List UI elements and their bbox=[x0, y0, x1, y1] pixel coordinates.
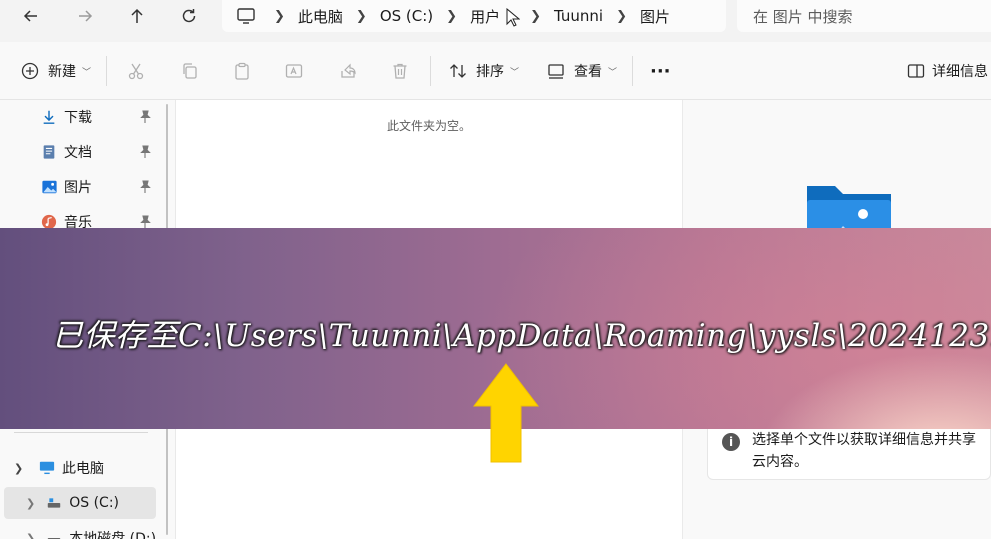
chevron-down-icon: ﹀ bbox=[608, 67, 618, 78]
trash-icon bbox=[393, 63, 407, 79]
pin-icon bbox=[140, 145, 151, 158]
refresh-icon bbox=[182, 9, 196, 23]
copy-icon bbox=[183, 63, 197, 79]
chevron-right-icon[interactable]: ❯ bbox=[26, 497, 35, 510]
chevron-right-icon: ❯ bbox=[616, 8, 627, 24]
new-button[interactable]: 新建 ﹀ bbox=[20, 56, 91, 86]
yellow-arrow-up-icon bbox=[472, 363, 540, 463]
details-pane-icon bbox=[907, 64, 925, 78]
breadcrumb-pictures[interactable]: 图片 bbox=[640, 6, 670, 27]
breadcrumb-drive-c[interactable]: OS (C:) bbox=[380, 7, 433, 25]
rename-icon bbox=[285, 64, 303, 78]
view-icon bbox=[548, 64, 564, 79]
delete-button[interactable] bbox=[390, 56, 410, 86]
breadcrumb-this-pc[interactable]: 此电脑 bbox=[298, 6, 343, 27]
chevron-down-icon: ﹀ bbox=[82, 67, 92, 78]
chevron-down-icon[interactable]: ❯ bbox=[14, 462, 26, 475]
cut-button[interactable] bbox=[126, 56, 146, 86]
chevron-right-icon: ❯ bbox=[274, 8, 285, 24]
document-icon bbox=[40, 143, 58, 161]
chevron-right-icon: ❯ bbox=[530, 8, 541, 24]
more-button[interactable]: ··· bbox=[650, 56, 671, 86]
drive-icon bbox=[45, 529, 63, 539]
scissors-icon bbox=[128, 63, 144, 80]
toolbar-divider bbox=[106, 56, 107, 86]
sidebar-item-drive-d[interactable]: ❯ 本地磁盘 (D:) bbox=[0, 522, 160, 539]
sidebar-item-label: 此电脑 bbox=[62, 461, 104, 477]
sidebar-item-label: 图片 bbox=[64, 180, 92, 196]
download-icon bbox=[40, 108, 58, 126]
command-bar: 新建 ﹀ 排序 ﹀ 查看 ﹀ ··· 详细信息 bbox=[0, 42, 991, 100]
breadcrumb-user-folder[interactable]: Tuunni bbox=[554, 7, 603, 25]
chevron-down-icon: ﹀ bbox=[510, 67, 520, 78]
address-row: ❯ 此电脑 ❯ OS (C:) ❯ 用户 ❯ Tuunni ❯ 图片 在 图片 … bbox=[0, 0, 991, 42]
sidebar-item-this-pc[interactable]: ❯ 此电脑 bbox=[0, 452, 160, 484]
view-button[interactable]: 查看 ﹀ bbox=[546, 56, 617, 86]
share-button[interactable] bbox=[338, 56, 358, 86]
nav-divider bbox=[14, 432, 148, 433]
toolbar-divider bbox=[430, 56, 431, 86]
sidebar-item-label: 本地磁盘 (D:) bbox=[69, 531, 157, 539]
toolbar-divider bbox=[632, 56, 633, 86]
sidebar-item-pictures[interactable]: 图片 bbox=[0, 171, 160, 203]
arrow-left-icon bbox=[23, 10, 37, 22]
chevron-right-icon[interactable]: ❯ bbox=[26, 532, 35, 539]
pin-icon bbox=[140, 110, 151, 123]
copy-button[interactable] bbox=[180, 56, 200, 86]
sidebar-item-documents[interactable]: 文档 bbox=[0, 136, 160, 168]
paste-button[interactable] bbox=[232, 56, 252, 86]
sort-label: 排序 bbox=[476, 64, 504, 80]
sidebar-item-drive-c[interactable]: ❯ OS (C:) bbox=[4, 487, 156, 519]
back-button[interactable] bbox=[14, 2, 48, 30]
pin-icon bbox=[140, 180, 151, 193]
sort-button[interactable]: 排序 ﹀ bbox=[448, 56, 519, 86]
view-label: 查看 bbox=[574, 64, 602, 80]
sidebar-item-label: 下载 bbox=[64, 110, 92, 126]
share-icon bbox=[341, 63, 356, 78]
refresh-button[interactable] bbox=[172, 2, 206, 30]
chevron-right-icon: ❯ bbox=[355, 8, 367, 24]
new-label: 新建 bbox=[48, 64, 76, 80]
pictures-icon bbox=[40, 178, 58, 196]
sidebar-item-label: 文档 bbox=[64, 145, 92, 161]
clipboard-icon bbox=[235, 62, 249, 80]
plus-circle-icon bbox=[21, 62, 39, 80]
computer-icon bbox=[38, 459, 56, 477]
rename-button[interactable] bbox=[284, 56, 304, 86]
more-label: ··· bbox=[650, 60, 671, 82]
sidebar-item-downloads[interactable]: 下载 bbox=[0, 101, 160, 133]
info-icon: i bbox=[722, 433, 740, 451]
saved-path-caption: 已保存至C:\Users\Tuunni\AppData\Roaming\yysl… bbox=[52, 318, 991, 354]
details-info-text: 选择单个文件以获取详细信息并共享云内容。 bbox=[752, 432, 976, 470]
details-button[interactable]: 详细信息 bbox=[906, 56, 988, 86]
empty-folder-message: 此文件夹为空。 bbox=[386, 119, 471, 133]
arrow-right-icon bbox=[79, 10, 93, 22]
details-label: 详细信息 bbox=[932, 64, 988, 80]
up-button[interactable] bbox=[120, 2, 154, 30]
mouse-cursor-icon bbox=[506, 8, 521, 27]
chevron-right-icon: ❯ bbox=[446, 8, 458, 24]
sort-icon bbox=[450, 64, 466, 78]
sidebar-item-label: OS (C:) bbox=[69, 495, 119, 511]
drive-icon bbox=[45, 494, 63, 512]
address-box[interactable]: ❯ 此电脑 ❯ OS (C:) ❯ 用户 ❯ Tuunni ❯ 图片 bbox=[222, 0, 726, 32]
forward-button[interactable] bbox=[68, 2, 102, 30]
details-info-card: i 选择单个文件以获取详细信息并共享云内容。 bbox=[707, 422, 991, 480]
search-input[interactable]: 在 图片 中搜索 bbox=[737, 0, 991, 32]
search-placeholder: 在 图片 中搜索 bbox=[753, 7, 853, 26]
computer-icon bbox=[237, 8, 255, 24]
pin-icon bbox=[140, 215, 151, 228]
breadcrumb-users[interactable]: 用户 bbox=[470, 6, 500, 27]
arrow-up-icon bbox=[131, 8, 143, 23]
